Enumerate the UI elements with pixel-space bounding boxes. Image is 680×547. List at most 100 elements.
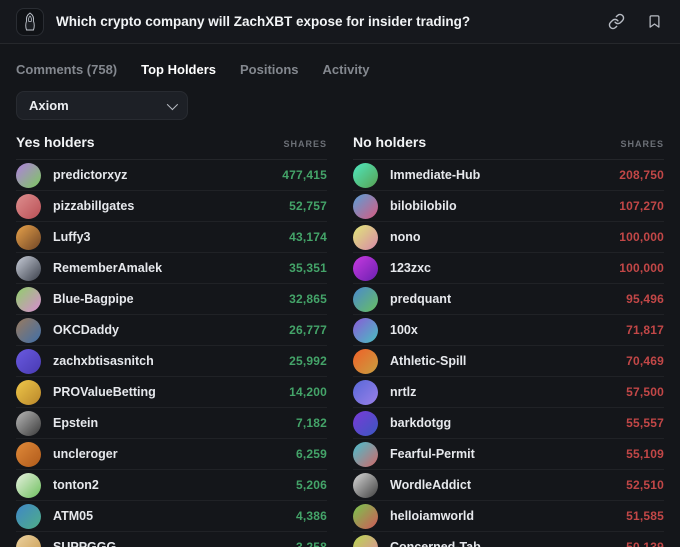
- holder-row[interactable]: nono100,000: [353, 222, 664, 253]
- holder-row[interactable]: Athletic-Spill70,469: [353, 346, 664, 377]
- holders-columns: Yes holders SHARES predictorxyz477,415pi…: [0, 120, 680, 547]
- holder-row[interactable]: ATM054,386: [16, 501, 327, 532]
- holder-row[interactable]: predictorxyz477,415: [16, 160, 327, 191]
- holder-row[interactable]: nrtlz57,500: [353, 377, 664, 408]
- holder-row[interactable]: pizzabillgates52,757: [16, 191, 327, 222]
- market-header: Which crypto company will ZachXBT expose…: [0, 0, 680, 44]
- holder-name: OKCDaddy: [53, 323, 289, 337]
- holder-row[interactable]: helloiamworld51,585: [353, 501, 664, 532]
- tab-positions[interactable]: Positions: [240, 62, 299, 77]
- bookmark-button[interactable]: [645, 11, 664, 32]
- holder-avatar: [353, 318, 378, 343]
- holder-avatar: [16, 411, 41, 436]
- holder-avatar: [16, 194, 41, 219]
- holder-row[interactable]: uncleroger6,259: [16, 439, 327, 470]
- holder-name: uncleroger: [53, 447, 296, 461]
- holder-name: zachxbtisasnitch: [53, 354, 289, 368]
- holder-avatar: [353, 473, 378, 498]
- holder-row[interactable]: Immediate-Hub208,750: [353, 160, 664, 191]
- holder-name: helloiamworld: [390, 509, 626, 523]
- holder-avatar: [16, 163, 41, 188]
- holder-row[interactable]: predquant95,496: [353, 284, 664, 315]
- holder-avatar: [353, 504, 378, 529]
- holder-shares: 25,992: [289, 354, 327, 368]
- holder-name: bilobilobilo: [390, 199, 619, 213]
- holder-shares: 100,000: [619, 230, 664, 244]
- holder-name: Concerned-Tab: [390, 540, 626, 547]
- yes-holders-column: Yes holders SHARES predictorxyz477,415pi…: [16, 134, 327, 547]
- holder-row[interactable]: Fearful-Permit55,109: [353, 439, 664, 470]
- holder-row[interactable]: bilobilobilo107,270: [353, 191, 664, 222]
- market-select-dropdown[interactable]: Axiom: [16, 91, 188, 120]
- market-avatar: [16, 8, 44, 36]
- holder-avatar: [353, 256, 378, 281]
- holder-avatar: [353, 535, 378, 547]
- holder-shares: 71,817: [626, 323, 664, 337]
- tab-top-holders[interactable]: Top Holders: [141, 62, 216, 77]
- bookmark-icon: [647, 13, 662, 30]
- shares-label: SHARES: [620, 139, 664, 149]
- holder-avatar: [353, 225, 378, 250]
- holder-row[interactable]: tonton25,206: [16, 470, 327, 501]
- holder-shares: 26,777: [289, 323, 327, 337]
- holder-avatar: [353, 442, 378, 467]
- holder-avatar: [16, 349, 41, 374]
- holder-shares: 107,270: [619, 199, 664, 213]
- holder-name: Immediate-Hub: [390, 168, 619, 182]
- holder-avatar: [353, 411, 378, 436]
- holder-avatar: [16, 256, 41, 281]
- holder-row[interactable]: Concerned-Tab50,139: [353, 532, 664, 547]
- holder-row[interactable]: 100x71,817: [353, 315, 664, 346]
- holder-avatar: [353, 287, 378, 312]
- holder-name: SUPPGGG: [53, 540, 296, 547]
- holder-shares: 70,469: [626, 354, 664, 368]
- tab-activity[interactable]: Activity: [323, 62, 370, 77]
- holder-row[interactable]: SUPPGGG3,258: [16, 532, 327, 547]
- holder-shares: 57,500: [626, 385, 664, 399]
- holder-name: Luffy3: [53, 230, 289, 244]
- holder-row[interactable]: OKCDaddy26,777: [16, 315, 327, 346]
- filter-row: Axiom: [0, 77, 680, 120]
- holder-shares: 35,351: [289, 261, 327, 275]
- holder-shares: 50,139: [626, 540, 664, 547]
- holder-row[interactable]: PROValueBetting14,200: [16, 377, 327, 408]
- holder-shares: 4,386: [296, 509, 327, 523]
- holder-avatar: [16, 504, 41, 529]
- holder-name: PROValueBetting: [53, 385, 289, 399]
- holders-list: Immediate-Hub208,750bilobilobilo107,270n…: [353, 160, 664, 547]
- holder-row[interactable]: zachxbtisasnitch25,992: [16, 346, 327, 377]
- holder-shares: 3,258: [296, 540, 327, 547]
- holder-shares: 95,496: [626, 292, 664, 306]
- holder-shares: 6,259: [296, 447, 327, 461]
- holder-avatar: [353, 194, 378, 219]
- holder-name: 100x: [390, 323, 626, 337]
- holder-row[interactable]: Epstein7,182: [16, 408, 327, 439]
- holder-row[interactable]: Luffy343,174: [16, 222, 327, 253]
- holder-name: Blue-Bagpipe: [53, 292, 289, 306]
- link-icon: [608, 13, 625, 30]
- holder-name: Fearful-Permit: [390, 447, 626, 461]
- holder-name: Athletic-Spill: [390, 354, 626, 368]
- holder-row[interactable]: RememberAmalek35,351: [16, 253, 327, 284]
- holder-name: tonton2: [53, 478, 296, 492]
- holder-avatar: [16, 318, 41, 343]
- tab-comments[interactable]: Comments (758): [16, 62, 117, 77]
- dropdown-selected-value: Axiom: [29, 98, 69, 113]
- copy-link-button[interactable]: [606, 11, 627, 32]
- holder-avatar: [16, 287, 41, 312]
- holder-row[interactable]: Blue-Bagpipe32,865: [16, 284, 327, 315]
- holder-name: predictorxyz: [53, 168, 282, 182]
- no-holders-column: No holders SHARES Immediate-Hub208,750bi…: [353, 134, 664, 547]
- holder-row[interactable]: 123zxc100,000: [353, 253, 664, 284]
- holder-shares: 51,585: [626, 509, 664, 523]
- holder-shares: 55,109: [626, 447, 664, 461]
- holder-row[interactable]: barkdotgg55,557: [353, 408, 664, 439]
- holder-avatar: [16, 442, 41, 467]
- holder-avatar: [353, 163, 378, 188]
- holder-shares: 5,206: [296, 478, 327, 492]
- holder-row[interactable]: WordleAddict52,510: [353, 470, 664, 501]
- holder-name: nrtlz: [390, 385, 626, 399]
- holder-name: predquant: [390, 292, 626, 306]
- column-title: Yes holders: [16, 134, 95, 150]
- holder-name: nono: [390, 230, 619, 244]
